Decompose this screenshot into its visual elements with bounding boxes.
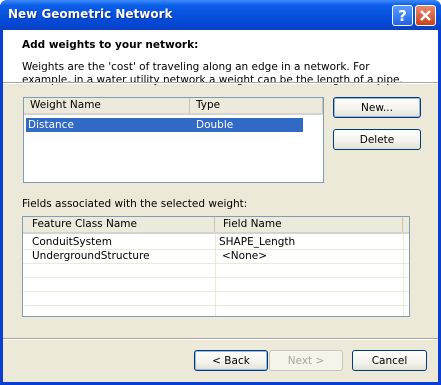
footer-divider <box>3 338 438 340</box>
help-button[interactable]: ? <box>392 5 413 26</box>
close-button[interactable] <box>415 5 436 26</box>
column-header-type[interactable]: Type <box>190 98 323 113</box>
weight-type-cell: Double <box>196 119 234 131</box>
next-button[interactable]: Next > <box>269 350 343 371</box>
cancel-button[interactable]: Cancel <box>352 350 427 371</box>
column-header-feature-class-name[interactable]: Feature Class Name <box>23 217 215 232</box>
column-header-weight-name[interactable]: Weight Name <box>24 98 190 113</box>
title-bar[interactable]: New Geometric Network ? <box>0 0 441 30</box>
back-button[interactable]: < Back <box>194 350 268 371</box>
fields-grid[interactable]: Feature Class Name Field Name ConduitSys… <box>22 216 410 317</box>
svg-text:?: ? <box>398 7 407 25</box>
banner-title: Add weights to your network: <box>22 39 199 51</box>
new-weight-button[interactable]: New... <box>333 97 421 118</box>
feature-class-cell: UndergroundStructure <box>32 250 150 262</box>
fields-label: Fields associated with the selected weig… <box>22 198 248 210</box>
weights-list[interactable]: Weight Name Type Distance Double <box>23 97 324 183</box>
weights-list-header: Weight Name Type <box>24 98 323 115</box>
field-name-cell[interactable]: <None> <box>222 249 267 263</box>
column-header-field-name[interactable]: Field Name <box>215 217 403 232</box>
weight-name-cell: Distance <box>28 119 74 131</box>
grid-divider <box>23 291 409 292</box>
banner-divider <box>3 82 438 84</box>
help-icon: ? <box>398 7 407 25</box>
grid-divider <box>23 305 409 306</box>
window-title: New Geometric Network <box>8 7 173 21</box>
dialog-body: Add weights to your network: Weights are… <box>3 30 438 382</box>
delete-weight-button[interactable]: Delete <box>333 129 421 150</box>
field-name-cell[interactable]: SHAPE_Length <box>219 235 295 249</box>
field-row[interactable]: ConduitSystem SHAPE_Length <box>23 235 409 249</box>
grid-divider <box>23 277 409 278</box>
field-row[interactable]: UndergroundStructure <None> <box>23 249 409 263</box>
grid-divider <box>23 263 409 264</box>
feature-class-cell: ConduitSystem <box>32 236 112 248</box>
fields-grid-header: Feature Class Name Field Name <box>23 217 409 234</box>
close-icon <box>420 10 431 21</box>
dialog-window: New Geometric Network ? Add weights to y… <box>0 0 441 385</box>
weight-row-distance[interactable]: Distance Double <box>26 118 303 132</box>
header-banner: Add weights to your network: Weights are… <box>3 30 438 86</box>
